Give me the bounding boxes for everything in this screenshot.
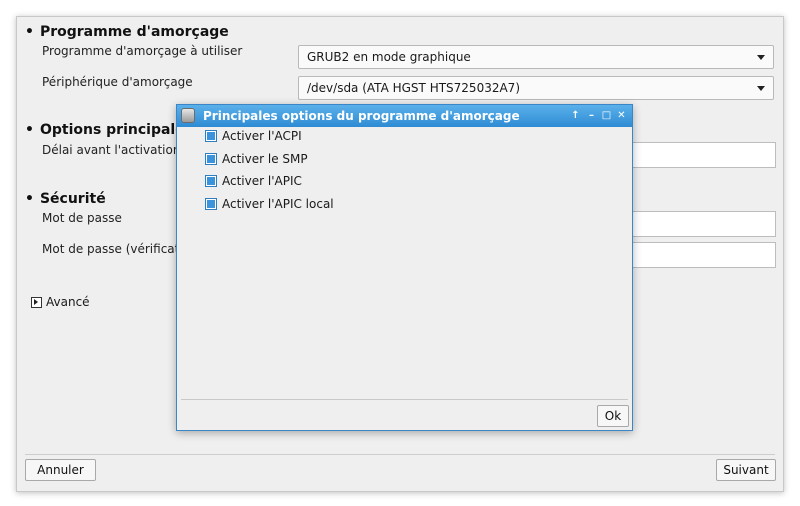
delay-label: Délai avant l'activation o xyxy=(42,143,192,157)
boot-device-label: Périphérique d'amorçage xyxy=(42,75,193,89)
minimize-icon[interactable]: – xyxy=(585,108,598,123)
advanced-label: Avancé xyxy=(46,295,90,309)
password-field[interactable] xyxy=(629,211,776,237)
option-label: Activer le SMP xyxy=(222,152,308,166)
password-label: Mot de passe xyxy=(42,211,122,225)
option-acpi[interactable]: Activer l'ACPI xyxy=(205,129,302,143)
option-local-apic[interactable]: Activer l'APIC local xyxy=(205,197,334,211)
delay-field[interactable] xyxy=(629,142,776,168)
password-verify-label: Mot de passe (vérificatio xyxy=(42,242,191,256)
option-label: Activer l'APIC xyxy=(222,174,302,188)
section-title-bootloader: • Programme d'amorçage xyxy=(25,24,229,40)
section-title-text: Programme d'amorçage xyxy=(39,24,229,40)
checkbox-checked-icon[interactable] xyxy=(205,130,217,142)
chevron-down-icon xyxy=(757,86,765,91)
footer-separator xyxy=(25,454,775,455)
checkbox-checked-icon[interactable] xyxy=(205,153,217,165)
maximize-icon[interactable]: □ xyxy=(600,108,613,123)
chevron-down-icon xyxy=(757,55,765,60)
expand-arrow-icon xyxy=(31,296,42,308)
section-title-text: Sécurité xyxy=(39,191,106,207)
checkbox-checked-icon[interactable] xyxy=(205,175,217,187)
close-icon[interactable]: ✕ xyxy=(615,108,628,123)
option-label: Activer l'ACPI xyxy=(222,129,302,143)
boot-device-select[interactable]: /dev/sda (ATA HGST HTS725032A7) xyxy=(298,76,774,100)
boot-options-dialog: Principales options du programme d'amorç… xyxy=(176,104,633,431)
bootloader-select[interactable]: GRUB2 en mode graphique xyxy=(298,45,774,69)
option-apic[interactable]: Activer l'APIC xyxy=(205,174,302,188)
up-arrow-icon[interactable]: ↑ xyxy=(569,108,582,123)
dialog-title: Principales options du programme d'amorç… xyxy=(203,109,520,123)
dialog-separator xyxy=(181,399,628,400)
password-verify-field[interactable] xyxy=(629,242,776,268)
next-button[interactable]: Suivant xyxy=(716,459,776,481)
ok-button[interactable]: Ok xyxy=(597,405,629,427)
checkbox-checked-icon[interactable] xyxy=(205,198,217,210)
bootloader-select-value: GRUB2 en mode graphique xyxy=(307,50,471,64)
cancel-button[interactable]: Annuler xyxy=(25,459,96,481)
drive-icon xyxy=(181,108,195,123)
bullet-icon: • xyxy=(25,191,34,207)
section-title-text: Options principales xyxy=(39,122,194,138)
dialog-titlebar[interactable]: Principales options du programme d'amorç… xyxy=(177,105,632,127)
section-title-main-options: • Options principales xyxy=(25,122,193,138)
section-title-security: • Sécurité xyxy=(25,191,106,207)
option-smp[interactable]: Activer le SMP xyxy=(205,152,308,166)
bootloader-label: Programme d'amorçage à utiliser xyxy=(42,44,243,58)
bullet-icon: • xyxy=(25,122,34,138)
bullet-icon: • xyxy=(25,24,34,40)
advanced-expander[interactable]: Avancé xyxy=(31,295,90,309)
boot-device-select-value: /dev/sda (ATA HGST HTS725032A7) xyxy=(307,81,520,95)
option-label: Activer l'APIC local xyxy=(222,197,334,211)
